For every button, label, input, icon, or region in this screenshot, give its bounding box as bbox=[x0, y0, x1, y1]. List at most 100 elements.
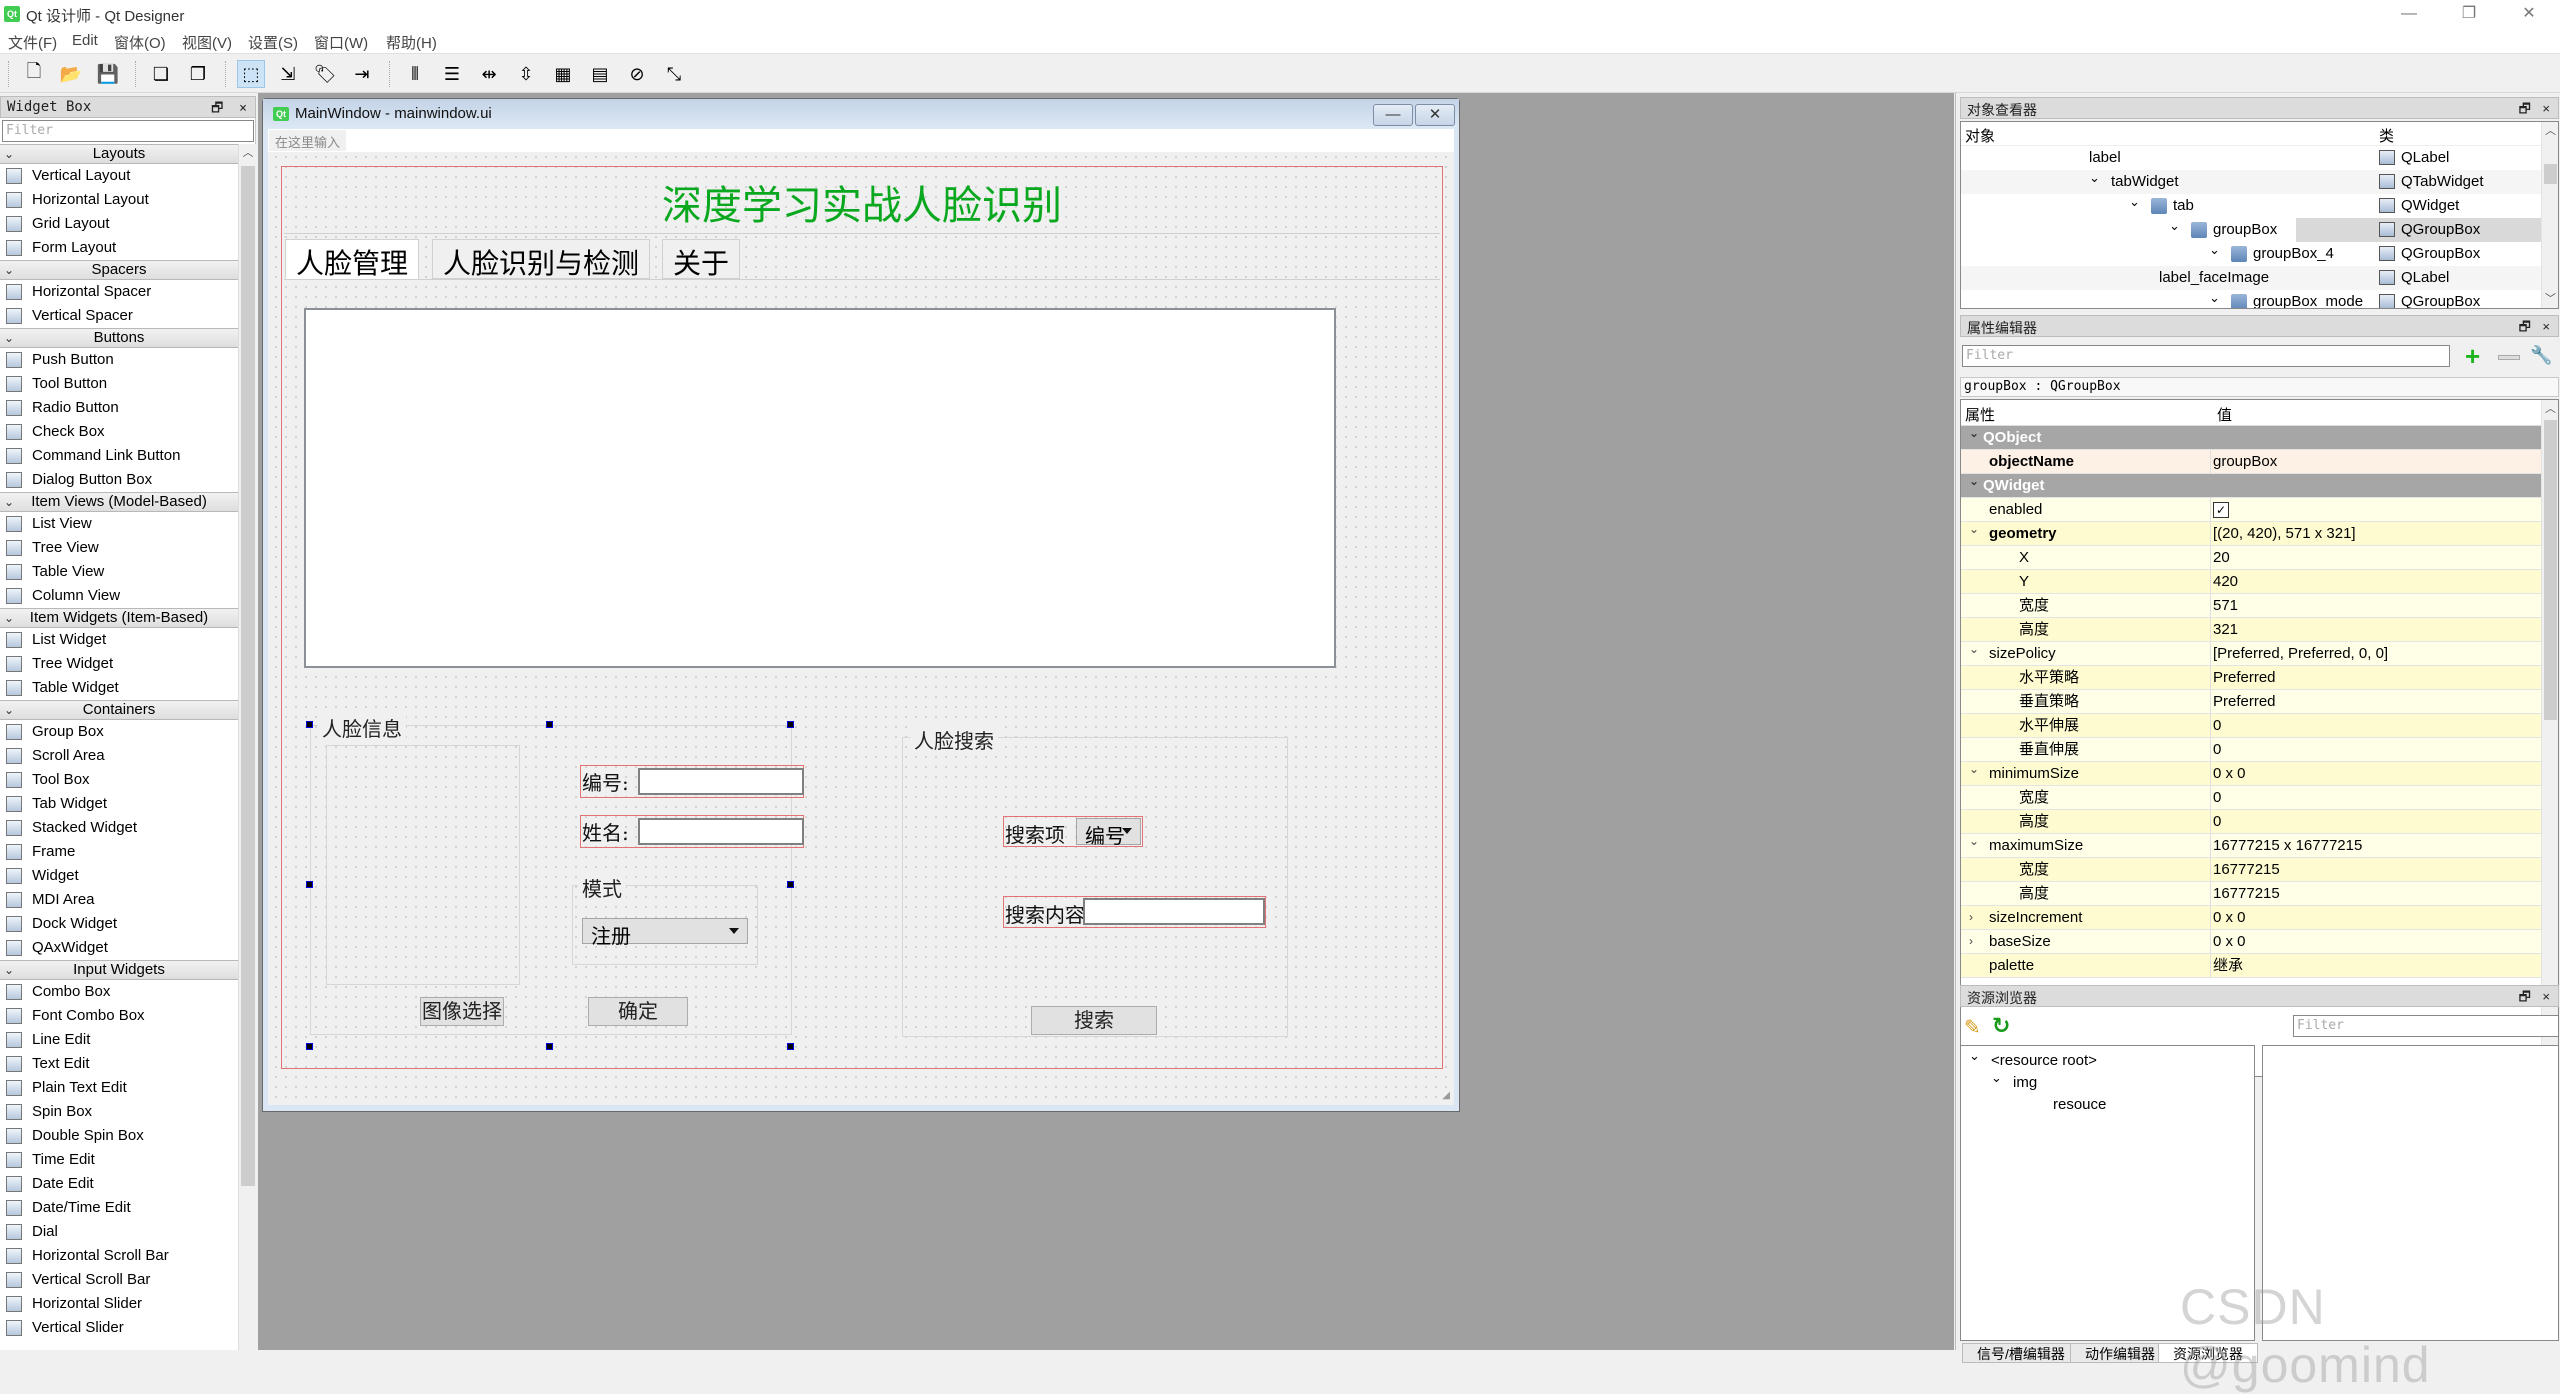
lay-out-horizontally-icon[interactable]: ⫴ bbox=[401, 60, 429, 88]
widget-item[interactable]: Push Button bbox=[0, 348, 238, 372]
widget-item[interactable]: Stacked Widget bbox=[0, 816, 238, 840]
chevron-down-icon[interactable]: ⌄ bbox=[1969, 470, 1979, 493]
edit-resources-pencil-icon[interactable]: ✎ bbox=[1964, 1015, 1981, 1040]
object-tree-scrollbar[interactable]: ︿ ﹀ bbox=[2541, 122, 2558, 308]
property-value[interactable]: 571 bbox=[2213, 594, 2238, 618]
widget-item[interactable]: Grid Layout bbox=[0, 212, 238, 236]
form-close-button[interactable]: ✕ bbox=[1415, 104, 1455, 126]
property-value[interactable]: ✓ bbox=[2213, 498, 2229, 522]
menu-file[interactable]: 文件(F) bbox=[8, 32, 57, 53]
scroll-up-icon[interactable]: ︿ bbox=[2542, 400, 2558, 418]
property-value[interactable]: 0 bbox=[2213, 810, 2221, 834]
property-value[interactable]: groupBox bbox=[2213, 450, 2277, 474]
restore-button[interactable]: ❐ bbox=[2446, 0, 2492, 28]
property-row[interactable]: X 20 bbox=[1961, 546, 2558, 570]
select-image-button[interactable]: 图像选择 bbox=[420, 997, 504, 1026]
property-row[interactable]: 水平伸展 0 bbox=[1961, 714, 2558, 738]
property-value[interactable]: Preferred bbox=[2213, 666, 2276, 690]
adjust-size-icon[interactable]: ⤡ bbox=[660, 60, 688, 88]
widget-item[interactable]: Text Edit bbox=[0, 1052, 238, 1076]
chevron-down-icon[interactable]: ⌄ bbox=[1969, 422, 1979, 445]
chevron-down-icon[interactable]: ⌄ bbox=[1969, 1045, 1980, 1067]
property-row[interactable]: 水平策略 Preferred bbox=[1961, 666, 2558, 690]
property-value[interactable]: 0 bbox=[2213, 714, 2221, 738]
tab-face-recognition[interactable]: 人脸识别与检测 bbox=[432, 239, 651, 280]
widget-item[interactable]: Tree Widget bbox=[0, 652, 238, 676]
property-value[interactable]: 0 x 0 bbox=[2213, 906, 2246, 930]
widget-item[interactable]: Date Edit bbox=[0, 1172, 238, 1196]
property-row[interactable]: enabled ✓ bbox=[1961, 498, 2558, 522]
widget-item[interactable]: Vertical Scroll Bar bbox=[0, 1268, 238, 1292]
widget-item[interactable]: Radio Button bbox=[0, 396, 238, 420]
object-tree-row[interactable]: ⌄ groupBox_mode QGroupBox bbox=[1961, 290, 2558, 308]
chevron-down-icon[interactable]: ⌄ bbox=[2209, 238, 2220, 262]
close-button[interactable]: ✕ bbox=[2506, 0, 2552, 28]
horizontal-splitter-icon[interactable]: ⇹ bbox=[475, 60, 503, 88]
menu-help[interactable]: 帮助(H) bbox=[386, 32, 437, 53]
bottom-tab[interactable]: 信号/槽编辑器 bbox=[1962, 1343, 2080, 1363]
property-value[interactable]: [(20, 420), 571 x 321] bbox=[2213, 522, 2356, 546]
property-row[interactable]: 垂直策略 Preferred bbox=[1961, 690, 2558, 714]
widget-item[interactable]: Horizontal Scroll Bar bbox=[0, 1244, 238, 1268]
form-layout-icon[interactable]: ▤ bbox=[586, 60, 614, 88]
property-value[interactable]: 0 x 0 bbox=[2213, 930, 2246, 954]
property-table-scrollbar[interactable]: ︿﹀ bbox=[2541, 400, 2558, 1076]
object-tree-row[interactable]: label_faceImage QLabel bbox=[1961, 266, 2558, 290]
widget-item[interactable]: Table View bbox=[0, 560, 238, 584]
selection-handle[interactable] bbox=[306, 721, 313, 728]
widget-item[interactable]: Scroll Area bbox=[0, 744, 238, 768]
property-value[interactable]: [Preferred, Preferred, 0, 0] bbox=[2213, 642, 2388, 666]
widget-item[interactable]: Tool Box bbox=[0, 768, 238, 792]
property-row[interactable]: 宽度 0 bbox=[1961, 786, 2558, 810]
widget-category-header[interactable]: ⌄ Input Widgets bbox=[0, 960, 238, 980]
lay-out-vertically-icon[interactable]: ☰ bbox=[438, 60, 466, 88]
open-folder-icon[interactable]: 📂 bbox=[57, 60, 85, 88]
scrollbar-thumb[interactable] bbox=[2544, 420, 2557, 720]
search-item-combobox[interactable]: 编号 bbox=[1076, 818, 1141, 848]
widget-item[interactable]: Check Box bbox=[0, 420, 238, 444]
widget-category-header[interactable]: ⌄ Buttons bbox=[0, 328, 238, 348]
property-row[interactable]: ⌄ geometry [(20, 420), 571 x 321] bbox=[1961, 522, 2558, 546]
bring-to-front-icon[interactable]: ❐ bbox=[184, 60, 212, 88]
widget-item[interactable]: QAxWidget bbox=[0, 936, 238, 960]
widget-item[interactable]: Widget bbox=[0, 864, 238, 888]
property-row[interactable]: › sizeIncrement 0 x 0 bbox=[1961, 906, 2558, 930]
property-row[interactable]: 高度 321 bbox=[1961, 618, 2558, 642]
chevron-down-icon[interactable]: ⌄ bbox=[2089, 166, 2100, 190]
resource-filter-input[interactable]: Filter bbox=[2293, 1015, 2559, 1037]
object-tree-row[interactable]: ⌄ groupBox QGroupBox bbox=[1961, 218, 2558, 242]
tab-about[interactable]: 关于 bbox=[662, 239, 741, 280]
property-row[interactable]: palette 继承 bbox=[1961, 954, 2558, 978]
minimize-button[interactable]: — bbox=[2386, 0, 2432, 28]
save-icon[interactable]: 💾 bbox=[94, 60, 122, 88]
column-header-value[interactable]: 值 bbox=[2217, 404, 2232, 425]
property-row[interactable]: 宽度 16777215 bbox=[1961, 858, 2558, 882]
edit-signals-slots-icon[interactable]: ⇲ bbox=[274, 60, 302, 88]
menu-type-here[interactable]: 在这里输入 bbox=[269, 130, 347, 151]
widget-item[interactable]: Dial bbox=[0, 1220, 238, 1244]
property-value[interactable]: 0 bbox=[2213, 786, 2221, 810]
vertical-splitter-icon[interactable]: ⇳ bbox=[512, 60, 540, 88]
resource-tree-item[interactable]: resouce bbox=[2053, 1094, 2106, 1116]
scroll-down-icon[interactable]: ﹀ bbox=[2542, 290, 2558, 308]
widget-item[interactable]: MDI Area bbox=[0, 888, 238, 912]
chevron-down-icon[interactable]: ⌄ bbox=[2209, 286, 2220, 308]
widget-item[interactable]: Vertical Slider bbox=[0, 1316, 238, 1340]
chevron-down-icon[interactable]: ⌄ bbox=[1969, 638, 1979, 661]
menu-edit[interactable]: Edit bbox=[72, 32, 98, 49]
widget-item[interactable]: Table Widget bbox=[0, 676, 238, 700]
property-value[interactable]: 16777215 bbox=[2213, 882, 2280, 906]
search-content-input[interactable] bbox=[1083, 898, 1265, 925]
object-tree-row[interactable]: ⌄ tabWidget QTabWidget bbox=[1961, 170, 2558, 194]
property-value[interactable]: 321 bbox=[2213, 618, 2238, 642]
break-layout-icon[interactable]: ⊘ bbox=[623, 60, 651, 88]
widget-item[interactable]: List Widget bbox=[0, 628, 238, 652]
edit-widgets-icon[interactable]: ⬚ bbox=[237, 60, 265, 88]
confirm-button[interactable]: 确定 bbox=[588, 997, 688, 1026]
widget-box-filter-input[interactable]: Filter bbox=[2, 120, 254, 142]
scrollbar-thumb[interactable] bbox=[241, 166, 255, 1186]
selection-handle[interactable] bbox=[306, 1043, 313, 1050]
size-grip-icon[interactable]: ◢ bbox=[1442, 1090, 1450, 1101]
property-row[interactable]: ⌄ sizePolicy [Preferred, Preferred, 0, 0] bbox=[1961, 642, 2558, 666]
property-row[interactable]: 宽度 571 bbox=[1961, 594, 2558, 618]
